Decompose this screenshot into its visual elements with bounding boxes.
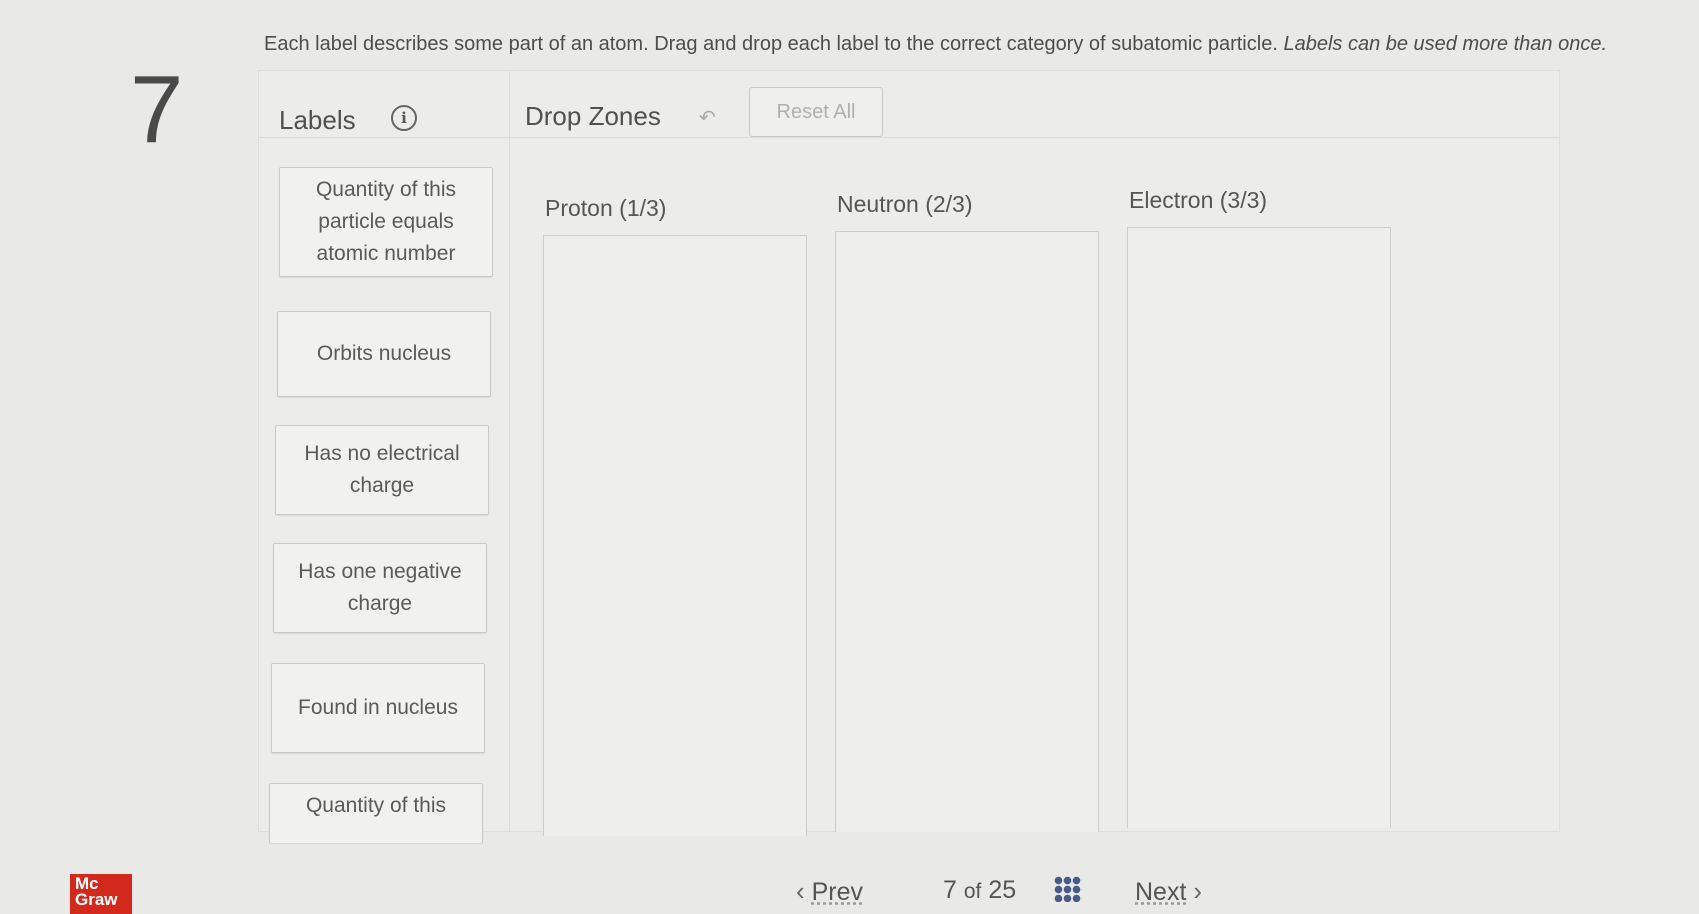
question-grid-icon[interactable] bbox=[1054, 876, 1082, 902]
page-current: 7 bbox=[943, 876, 957, 904]
drop-zone-proton[interactable] bbox=[543, 235, 807, 836]
prev-button[interactable]: ‹ Prev bbox=[796, 876, 863, 907]
label-text: Found in nucleus bbox=[298, 696, 458, 719]
label-card[interactable]: Has one negative charge bbox=[273, 543, 487, 633]
reset-all-button[interactable]: Reset All bbox=[749, 87, 883, 137]
instructions-text: Each label describes some part of an ato… bbox=[264, 33, 1278, 55]
label-text: Quantity of this bbox=[305, 794, 447, 817]
label-card[interactable]: Found in nucleus bbox=[271, 663, 485, 753]
label-text: Has one negative charge bbox=[298, 560, 462, 615]
next-label: Next bbox=[1135, 878, 1187, 906]
label-text: Orbits nucleus bbox=[316, 342, 452, 365]
zone-title-neutron: Neutron (2/3) bbox=[837, 191, 973, 217]
zone-title-proton: Proton (1/3) bbox=[545, 195, 667, 221]
chevron-left-icon: ‹ bbox=[796, 876, 805, 906]
info-icon[interactable]: i bbox=[391, 105, 417, 131]
panel-header bbox=[259, 71, 1559, 138]
drop-zone-electron[interactable] bbox=[1127, 227, 1391, 828]
page-indicator: 7 of 25 bbox=[943, 876, 1016, 905]
page-of: of bbox=[963, 880, 982, 903]
next-button[interactable]: Next › bbox=[1135, 876, 1202, 907]
label-card[interactable]: Orbits nucleus bbox=[277, 311, 491, 397]
mcgraw-logo: Mc Graw bbox=[70, 874, 132, 914]
label-card[interactable]: Has no electrical charge bbox=[275, 425, 489, 515]
instructions-italic: Labels can be used more than once. bbox=[1283, 33, 1608, 55]
labels-title: Labels bbox=[279, 105, 356, 135]
question-instructions: Each label describes some part of an ato… bbox=[264, 32, 1624, 57]
label-text: Quantity of this particle equals atomic … bbox=[315, 178, 457, 265]
page-total: 25 bbox=[988, 876, 1017, 904]
drop-zones-title: Drop Zones bbox=[525, 101, 661, 131]
drop-zone-neutron[interactable] bbox=[835, 231, 1099, 832]
question-number: 7 bbox=[130, 56, 184, 163]
label-card[interactable]: Quantity of this particle equals atomic … bbox=[279, 167, 493, 277]
zone-title-electron: Electron (3/3) bbox=[1129, 187, 1268, 213]
label-text: Has no electrical charge bbox=[304, 442, 460, 497]
panel-divider bbox=[509, 71, 510, 831]
chevron-right-icon: › bbox=[1193, 876, 1203, 906]
prev-label: Prev bbox=[811, 878, 864, 906]
drag-drop-panel: Labels i Drop Zones ↶ Reset All Quantity… bbox=[258, 70, 1560, 843]
undo-arrow-icon[interactable]: ↶ bbox=[699, 105, 716, 130]
label-card[interactable]: Quantity of this bbox=[269, 783, 483, 843]
